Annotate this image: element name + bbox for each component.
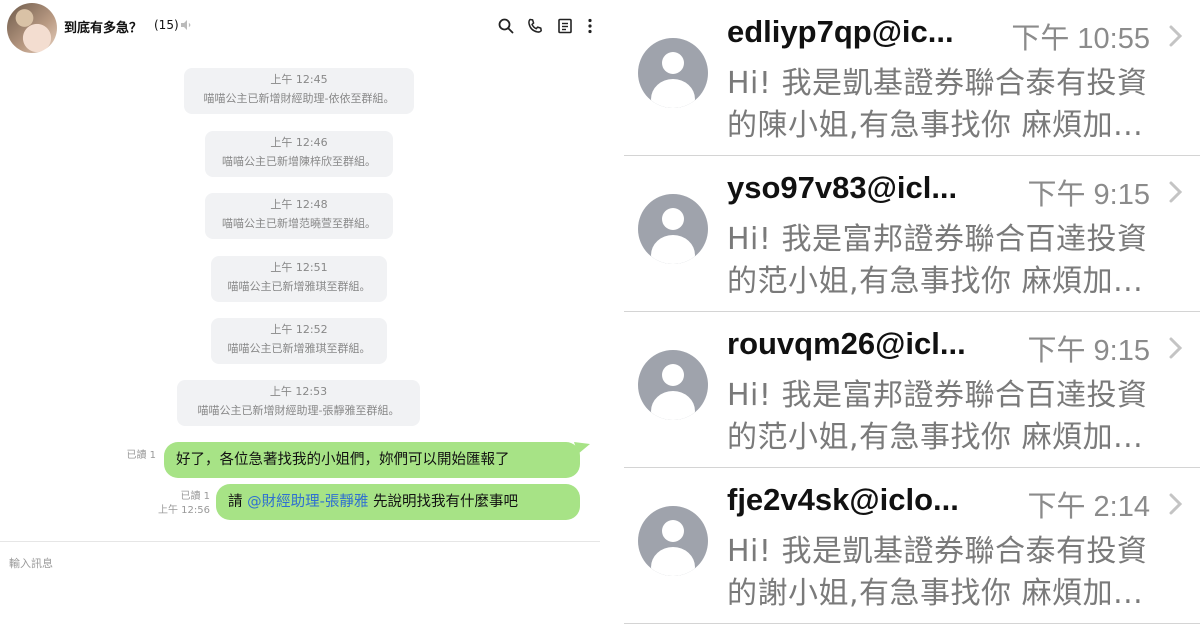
contact-placeholder-icon	[638, 350, 708, 420]
system-message-time: 上午 12:51	[270, 261, 328, 274]
more-icon[interactable]	[581, 17, 599, 35]
row-separator	[624, 623, 1200, 624]
sms-row[interactable]: rouvqm26@icl... 下午 9:15 Hi! 我是富邦證券聯合百達投資…	[600, 312, 1200, 468]
bubble-tail	[574, 442, 590, 454]
chevron-right-icon	[1169, 181, 1183, 203]
system-message-time: 上午 12:48	[270, 198, 328, 211]
group-chat-panel: 到底有多急？ (15) 上午 12:45 喵喵公主已新增財經助理-依依至群組。	[0, 0, 600, 630]
sms-preview-line: Hi! 我是凱基證券聯合泰有投資	[727, 66, 1148, 101]
sms-list-panel: edliyp7qp@ic... 下午 10:55 Hi! 我是凱基證券聯合泰有投…	[600, 0, 1200, 630]
mention-link[interactable]: @財經助理-張靜雅	[247, 494, 368, 510]
phone-icon[interactable]	[526, 17, 544, 35]
contact-placeholder-icon	[638, 38, 708, 108]
contact-placeholder-icon	[638, 506, 708, 576]
sms-time: 下午 9:15	[1027, 179, 1151, 211]
read-receipt: 已讀 1	[126, 450, 156, 461]
sms-preview-line: 的謝小姐,有急事找你 麻煩加...	[727, 576, 1144, 611]
system-message: 上午 12:51 喵喵公主已新增雅琪至群組。	[211, 256, 387, 302]
sms-row[interactable]: edliyp7qp@ic... 下午 10:55 Hi! 我是凱基證券聯合泰有投…	[600, 0, 1200, 156]
message-text: 好了，各位急著找我的小姐們，妳們可以開始匯報了	[176, 452, 510, 468]
system-message-time: 上午 12:52	[270, 323, 328, 336]
system-message: 上午 12:45 喵喵公主已新增財經助理-依依至群組。	[184, 68, 414, 114]
search-icon[interactable]	[497, 17, 515, 35]
system-message: 上午 12:52 喵喵公主已新增雅琪至群組。	[211, 318, 387, 364]
contact-placeholder-icon	[638, 194, 708, 264]
sms-preview-line: 的范小姐,有急事找你 麻煩加...	[727, 420, 1144, 455]
message-bubble[interactable]: 好了，各位急著找我的小姐們，妳們可以開始匯報了	[164, 442, 580, 478]
sms-preview-line: Hi! 我是富邦證券聯合百達投資	[727, 222, 1148, 257]
message-suffix: 先說明找我有什麼事吧	[368, 494, 518, 510]
group-avatar[interactable]	[7, 3, 57, 53]
sms-preview-line: 的范小姐,有急事找你 麻煩加...	[727, 264, 1144, 299]
chat-title[interactable]: 到底有多急？	[64, 17, 142, 36]
system-message-text: 喵喵公主已新增雅琪至群組。	[227, 280, 371, 293]
sms-row[interactable]: fje2v4sk@iclo... 下午 2:14 Hi! 我是凱基證券聯合泰有投…	[600, 468, 1200, 624]
message-bubble[interactable]: 請 @財經助理-張靜雅 先說明找我有什麼事吧	[216, 484, 580, 520]
system-message-text: 喵喵公主已新增財經助理-依依至群組。	[203, 92, 395, 105]
chevron-right-icon	[1169, 337, 1183, 359]
sms-time: 下午 10:55	[1011, 23, 1150, 55]
message-input[interactable]: 輸入訊息	[9, 555, 53, 571]
system-message-text: 喵喵公主已新增陳梓欣至群組。	[222, 155, 376, 168]
sms-preview-line: Hi! 我是凱基證券聯合泰有投資	[727, 534, 1148, 569]
sms-preview-line: 的陳小姐,有急事找你 麻煩加...	[727, 108, 1144, 143]
sms-sender: fje2v4sk@iclo...	[727, 482, 959, 517]
system-message-time: 上午 12:45	[270, 73, 328, 86]
sms-preview-line: Hi! 我是富邦證券聯合百達投資	[727, 378, 1148, 413]
system-message-text: 喵喵公主已新增財經助理-張靜雅至群組。	[197, 404, 400, 417]
read-status: 已讀 1	[180, 491, 210, 502]
read-receipt: 已讀 1 上午 12:56	[140, 490, 210, 518]
system-message: 上午 12:48 喵喵公主已新增范曉萱至群組。	[205, 193, 393, 239]
sms-sender: rouvqm26@icl...	[727, 326, 966, 361]
system-message-text: 喵喵公主已新增范曉萱至群組。	[222, 217, 376, 230]
message-time: 上午 12:56	[158, 505, 210, 516]
sms-time: 下午 9:15	[1027, 335, 1151, 367]
system-message: 上午 12:53 喵喵公主已新增財經助理-張靜雅至群組。	[177, 380, 420, 426]
member-count: (15)	[154, 18, 179, 32]
input-divider	[0, 541, 600, 542]
sms-sender: edliyp7qp@ic...	[727, 14, 954, 49]
sms-sender: yso97v83@icl...	[727, 170, 958, 205]
sms-row[interactable]: yso97v83@icl... 下午 9:15 Hi! 我是富邦證券聯合百達投資…	[600, 156, 1200, 312]
mute-icon	[181, 20, 191, 30]
chat-header: 到底有多急？ (15)	[0, 0, 600, 54]
system-message-time: 上午 12:46	[270, 136, 328, 149]
sms-time: 下午 2:14	[1027, 491, 1151, 523]
system-message: 上午 12:46 喵喵公主已新增陳梓欣至群組。	[205, 131, 393, 177]
system-message-time: 上午 12:53	[269, 385, 328, 398]
notes-icon[interactable]	[556, 17, 574, 35]
system-message-text: 喵喵公主已新增雅琪至群組。	[227, 342, 371, 355]
chevron-right-icon	[1169, 493, 1183, 515]
chevron-right-icon	[1169, 25, 1183, 47]
message-prefix: 請	[228, 494, 248, 510]
